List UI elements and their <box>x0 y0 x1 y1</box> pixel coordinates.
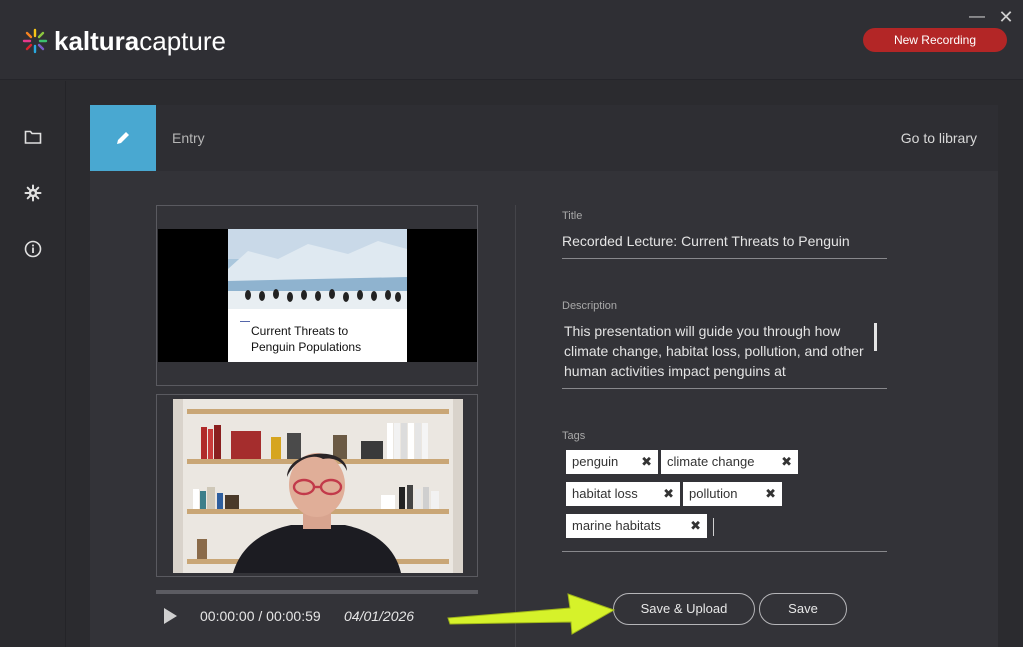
tag-chip: climate change ✖ <box>661 450 798 474</box>
tag-remove-icon[interactable]: ✖ <box>641 450 652 474</box>
playback-time: 00:00:00 / 00:00:59 <box>200 608 321 624</box>
save-and-upload-button[interactable]: Save & Upload <box>613 593 755 625</box>
tag-chip: marine habitats ✖ <box>566 514 707 538</box>
tag-chip: penguin ✖ <box>566 450 658 474</box>
vertical-divider <box>515 205 516 647</box>
tag-remove-icon[interactable]: ✖ <box>690 514 701 538</box>
tag-remove-icon[interactable]: ✖ <box>765 482 776 506</box>
camera-preview[interactable] <box>156 394 478 577</box>
description-text: This presentation will guide you through… <box>564 323 864 379</box>
app-name: kalturacapture <box>54 26 226 56</box>
kaltura-burst-icon <box>22 28 48 54</box>
tag-remove-icon[interactable]: ✖ <box>663 482 674 506</box>
app-header: kalturacapture — ✕ New Recording <box>0 0 1023 80</box>
tag-label: pollution <box>689 486 738 501</box>
slide-title: Current Threats to Penguin Populations <box>251 323 401 355</box>
tags-label: Tags <box>562 430 586 442</box>
seek-bar[interactable] <box>156 590 478 594</box>
entry-panel: Entry Go to library Current Threats to P… <box>90 105 998 647</box>
info-icon <box>24 240 42 258</box>
slide-thumbnail: Current Threats to Penguin Populations <box>228 229 407 362</box>
folder-icon <box>24 130 42 144</box>
tag-remove-icon[interactable]: ✖ <box>781 450 792 474</box>
presenter-video-thumbnail <box>173 399 463 573</box>
new-recording-button[interactable]: New Recording <box>863 28 1007 52</box>
sidebar-item-about[interactable] <box>20 236 46 262</box>
kaltura-logo: kalturacapture <box>22 26 226 56</box>
play-button[interactable] <box>162 607 178 625</box>
sidebar-item-library[interactable] <box>20 124 46 150</box>
annotation-arrow <box>447 593 616 635</box>
sidebar <box>0 81 66 647</box>
description-label: Description <box>562 300 618 312</box>
entry-header: Entry Go to library <box>90 105 998 171</box>
slide-accent-line <box>240 321 250 322</box>
app-window: kalturacapture — ✕ New Recording Entry G… <box>0 0 1023 647</box>
sidebar-item-settings[interactable] <box>20 180 46 206</box>
title-input[interactable]: Recorded Lecture: Current Threats to Pen… <box>562 231 887 259</box>
close-window-button[interactable]: ✕ <box>997 8 1015 26</box>
slide-title-line2: Penguin Populations <box>251 340 362 354</box>
title-label: Title <box>562 210 583 222</box>
go-to-library-link[interactable]: Go to library <box>901 130 977 146</box>
screen-preview[interactable]: Current Threats to Penguin Populations <box>156 205 478 386</box>
description-scrollbar[interactable] <box>874 323 877 351</box>
tag-label: climate change <box>667 454 755 469</box>
edit-entry-tab[interactable] <box>90 105 156 171</box>
minimize-button[interactable]: — <box>968 8 986 26</box>
recording-date: 04/01/2026 <box>344 608 415 624</box>
play-icon <box>164 608 177 624</box>
save-button[interactable]: Save <box>759 593 847 625</box>
screen-preview-frame: Current Threats to Penguin Populations <box>158 229 477 362</box>
tag-label: marine habitats <box>572 518 661 533</box>
pencil-icon <box>117 132 129 144</box>
gear-icon <box>24 184 42 202</box>
penguin-photo <box>228 229 407 309</box>
description-textarea[interactable]: This presentation will guide you through… <box>562 321 887 389</box>
entry-label: Entry <box>172 130 205 146</box>
slide-title-line1: Current Threats to <box>251 324 349 338</box>
tags-input[interactable]: penguin ✖ climate change ✖ habitat loss … <box>562 447 887 552</box>
tag-label: penguin <box>572 454 619 469</box>
tag-label: habitat loss <box>572 486 638 501</box>
tags-text-cursor <box>713 518 714 536</box>
tag-chip: pollution ✖ <box>683 482 782 506</box>
tag-chip: habitat loss ✖ <box>566 482 680 506</box>
